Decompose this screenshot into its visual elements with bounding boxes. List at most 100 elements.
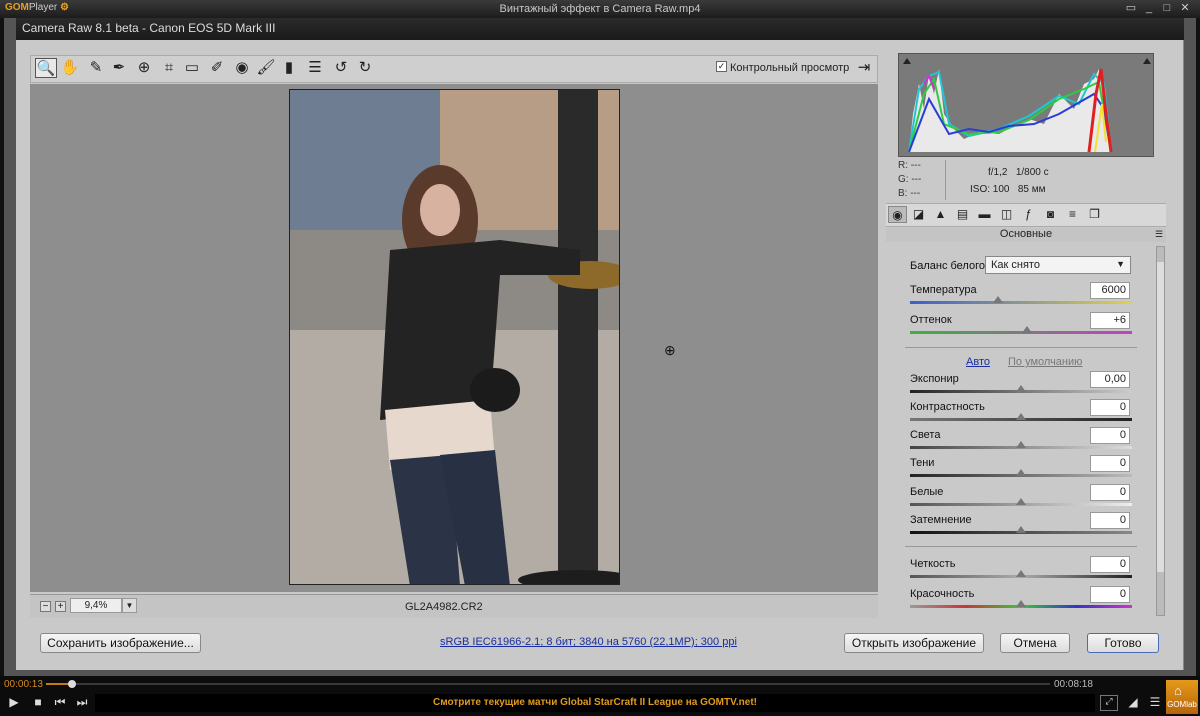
zoom-cursor-icon: ⊕ (664, 342, 676, 358)
tint-label: Оттенок (910, 314, 952, 326)
temperature-value[interactable]: 6000 (1090, 282, 1130, 299)
preview-checkbox[interactable]: ✓ (716, 61, 727, 72)
photo-preview[interactable] (289, 89, 620, 585)
camera-raw-title: Camera Raw 8.1 beta - Canon EOS 5D Mark … (16, 18, 1184, 40)
white-balance-select[interactable]: Как снято ▼ (985, 256, 1131, 274)
shadows-label: Тени (910, 457, 935, 469)
contrast-value[interactable]: 0 (1090, 399, 1130, 416)
done-button[interactable]: Готово (1087, 633, 1159, 653)
focal-length: 85 мм (1017, 184, 1046, 195)
tab-snapshots-icon[interactable]: ❐ (1085, 206, 1104, 223)
divider (905, 546, 1137, 547)
seek-bar[interactable] (46, 683, 1050, 685)
hand-tool-icon[interactable]: ✋ (59, 58, 81, 78)
histogram (898, 53, 1154, 157)
clarity-value[interactable]: 0 (1090, 556, 1130, 573)
histogram-graph (903, 58, 1151, 153)
video-file-title: Винтажный эффект в Camera Raw.mp4 (499, 3, 701, 15)
preview-label: Контрольный просмотр (730, 62, 850, 74)
adjustment-brush-icon[interactable]: 🖌 (255, 58, 277, 78)
exposure-value[interactable]: 0,00 (1090, 371, 1130, 388)
graduated-filter-icon[interactable]: ▮ (278, 58, 300, 78)
volume-icon[interactable]: ◢ (1124, 695, 1142, 709)
readout-divider (945, 160, 946, 200)
exposure-label: Экспонир (910, 373, 959, 385)
tint-thumb[interactable] (1022, 326, 1032, 333)
menu-icon[interactable]: ☰ (1146, 695, 1164, 709)
shadows-value[interactable]: 0 (1090, 455, 1130, 472)
blacks-thumb[interactable] (1016, 526, 1026, 533)
chevron-down-icon: ▼ (1116, 259, 1125, 269)
tab-presets-icon[interactable]: ≡ (1063, 206, 1082, 223)
vibrance-value[interactable]: 0 (1090, 586, 1130, 603)
tab-split-toning-icon[interactable]: ▬ (975, 206, 994, 223)
tint-slider[interactable] (910, 331, 1132, 334)
play-icon[interactable]: ▶ (5, 695, 23, 709)
tab-basic-icon[interactable]: ◉ (888, 206, 907, 223)
current-time: 00:00:13 (4, 679, 43, 690)
highlights-value[interactable]: 0 (1090, 427, 1130, 444)
tab-effects-icon[interactable]: ƒ (1019, 206, 1038, 223)
fullscreen-toggle-icon[interactable]: ⇥ (853, 58, 875, 78)
white-balance-tool-icon[interactable]: ✎ (85, 58, 107, 78)
zoom-in-button[interactable]: + (55, 601, 66, 612)
default-link[interactable]: По умолчанию (1008, 356, 1082, 368)
color-sampler-icon[interactable]: ✒ (108, 58, 130, 78)
tint-value[interactable]: +6 (1090, 312, 1130, 329)
tab-tone-curve-icon[interactable]: ◪ (909, 206, 928, 223)
fullscreen-icon[interactable]: ⤢ (1100, 695, 1118, 711)
tab-hsl-icon[interactable]: ▤ (953, 206, 972, 223)
gomlab-button[interactable]: GOMlab (1166, 680, 1198, 714)
exif-info: f/1,2 1/800 с ISO: 100 85 мм (970, 164, 1049, 198)
straighten-tool-icon[interactable]: ▭ (181, 58, 203, 78)
rotate-right-icon[interactable]: ↻ (354, 58, 376, 78)
rotate-left-icon[interactable]: ↺ (330, 58, 352, 78)
zoom-dropdown-icon[interactable]: ▼ (122, 598, 137, 613)
scrollbar-thumb[interactable] (1157, 262, 1164, 572)
panel-menu-icon[interactable]: ☰ (1155, 229, 1163, 240)
zoom-level[interactable]: 9,4% (70, 598, 122, 613)
blacks-value[interactable]: 0 (1090, 512, 1130, 529)
divider (905, 347, 1137, 348)
shadows-thumb[interactable] (1016, 469, 1026, 476)
previous-icon[interactable]: ⏮ (51, 695, 69, 710)
stop-icon[interactable]: ■ (29, 695, 47, 709)
open-image-button[interactable]: Открыть изображение (844, 633, 984, 653)
spot-removal-icon[interactable]: ✐ (206, 58, 228, 78)
workflow-options-link[interactable]: sRGB IEC61966-2.1; 8 бит; 3840 на 5760 (… (440, 636, 737, 648)
temperature-slider[interactable] (910, 301, 1132, 304)
tab-detail-icon[interactable]: ▲ (931, 206, 950, 223)
aperture: f/1,2 (988, 167, 1008, 178)
close-button[interactable]: ✕ (1176, 2, 1194, 15)
whites-thumb[interactable] (1016, 498, 1026, 505)
minimize-button[interactable]: _ (1140, 2, 1158, 15)
exposure-thumb[interactable] (1016, 385, 1026, 392)
whites-value[interactable]: 0 (1090, 484, 1130, 501)
auto-link[interactable]: Авто (966, 356, 990, 368)
red-eye-icon[interactable]: ◉ (231, 58, 253, 78)
maximize-button[interactable]: □ (1158, 2, 1176, 15)
cancel-button[interactable]: Отмена (1000, 633, 1070, 653)
highlights-thumb[interactable] (1016, 441, 1026, 448)
promo-banner[interactable]: Смотрите текущие матчи Global StarCraft … (95, 694, 1095, 712)
next-icon[interactable]: ⏭ (73, 695, 91, 710)
seek-handle[interactable] (68, 680, 76, 688)
blacks-label: Затемнение (910, 514, 972, 526)
vibrance-thumb[interactable] (1016, 600, 1026, 607)
player-title-bar: GOMPlayer ⚙ Винтажный эффект в Camera Ra… (0, 0, 1200, 18)
file-name: GL2A4982.CR2 (405, 601, 483, 613)
save-image-button[interactable]: Сохранить изображение... (40, 633, 201, 653)
clarity-thumb[interactable] (1016, 570, 1026, 577)
contrast-thumb[interactable] (1016, 413, 1026, 420)
pin-icon[interactable]: ▭ (1122, 2, 1140, 15)
zoom-out-button[interactable]: − (40, 601, 51, 612)
temperature-thumb[interactable] (993, 296, 1003, 303)
tab-camera-calibration-icon[interactable]: ◙ (1041, 206, 1060, 223)
temperature-label: Температура (910, 284, 977, 296)
targeted-adjustment-icon[interactable]: ⊕ (133, 58, 155, 78)
zoom-tool-icon[interactable]: 🔍 (35, 58, 57, 78)
tab-lens-icon[interactable]: ◫ (997, 206, 1016, 223)
crop-tool-icon[interactable]: ⌗ (158, 58, 180, 78)
photo-illustration (290, 90, 619, 584)
preferences-icon[interactable]: ☰ (304, 58, 326, 78)
